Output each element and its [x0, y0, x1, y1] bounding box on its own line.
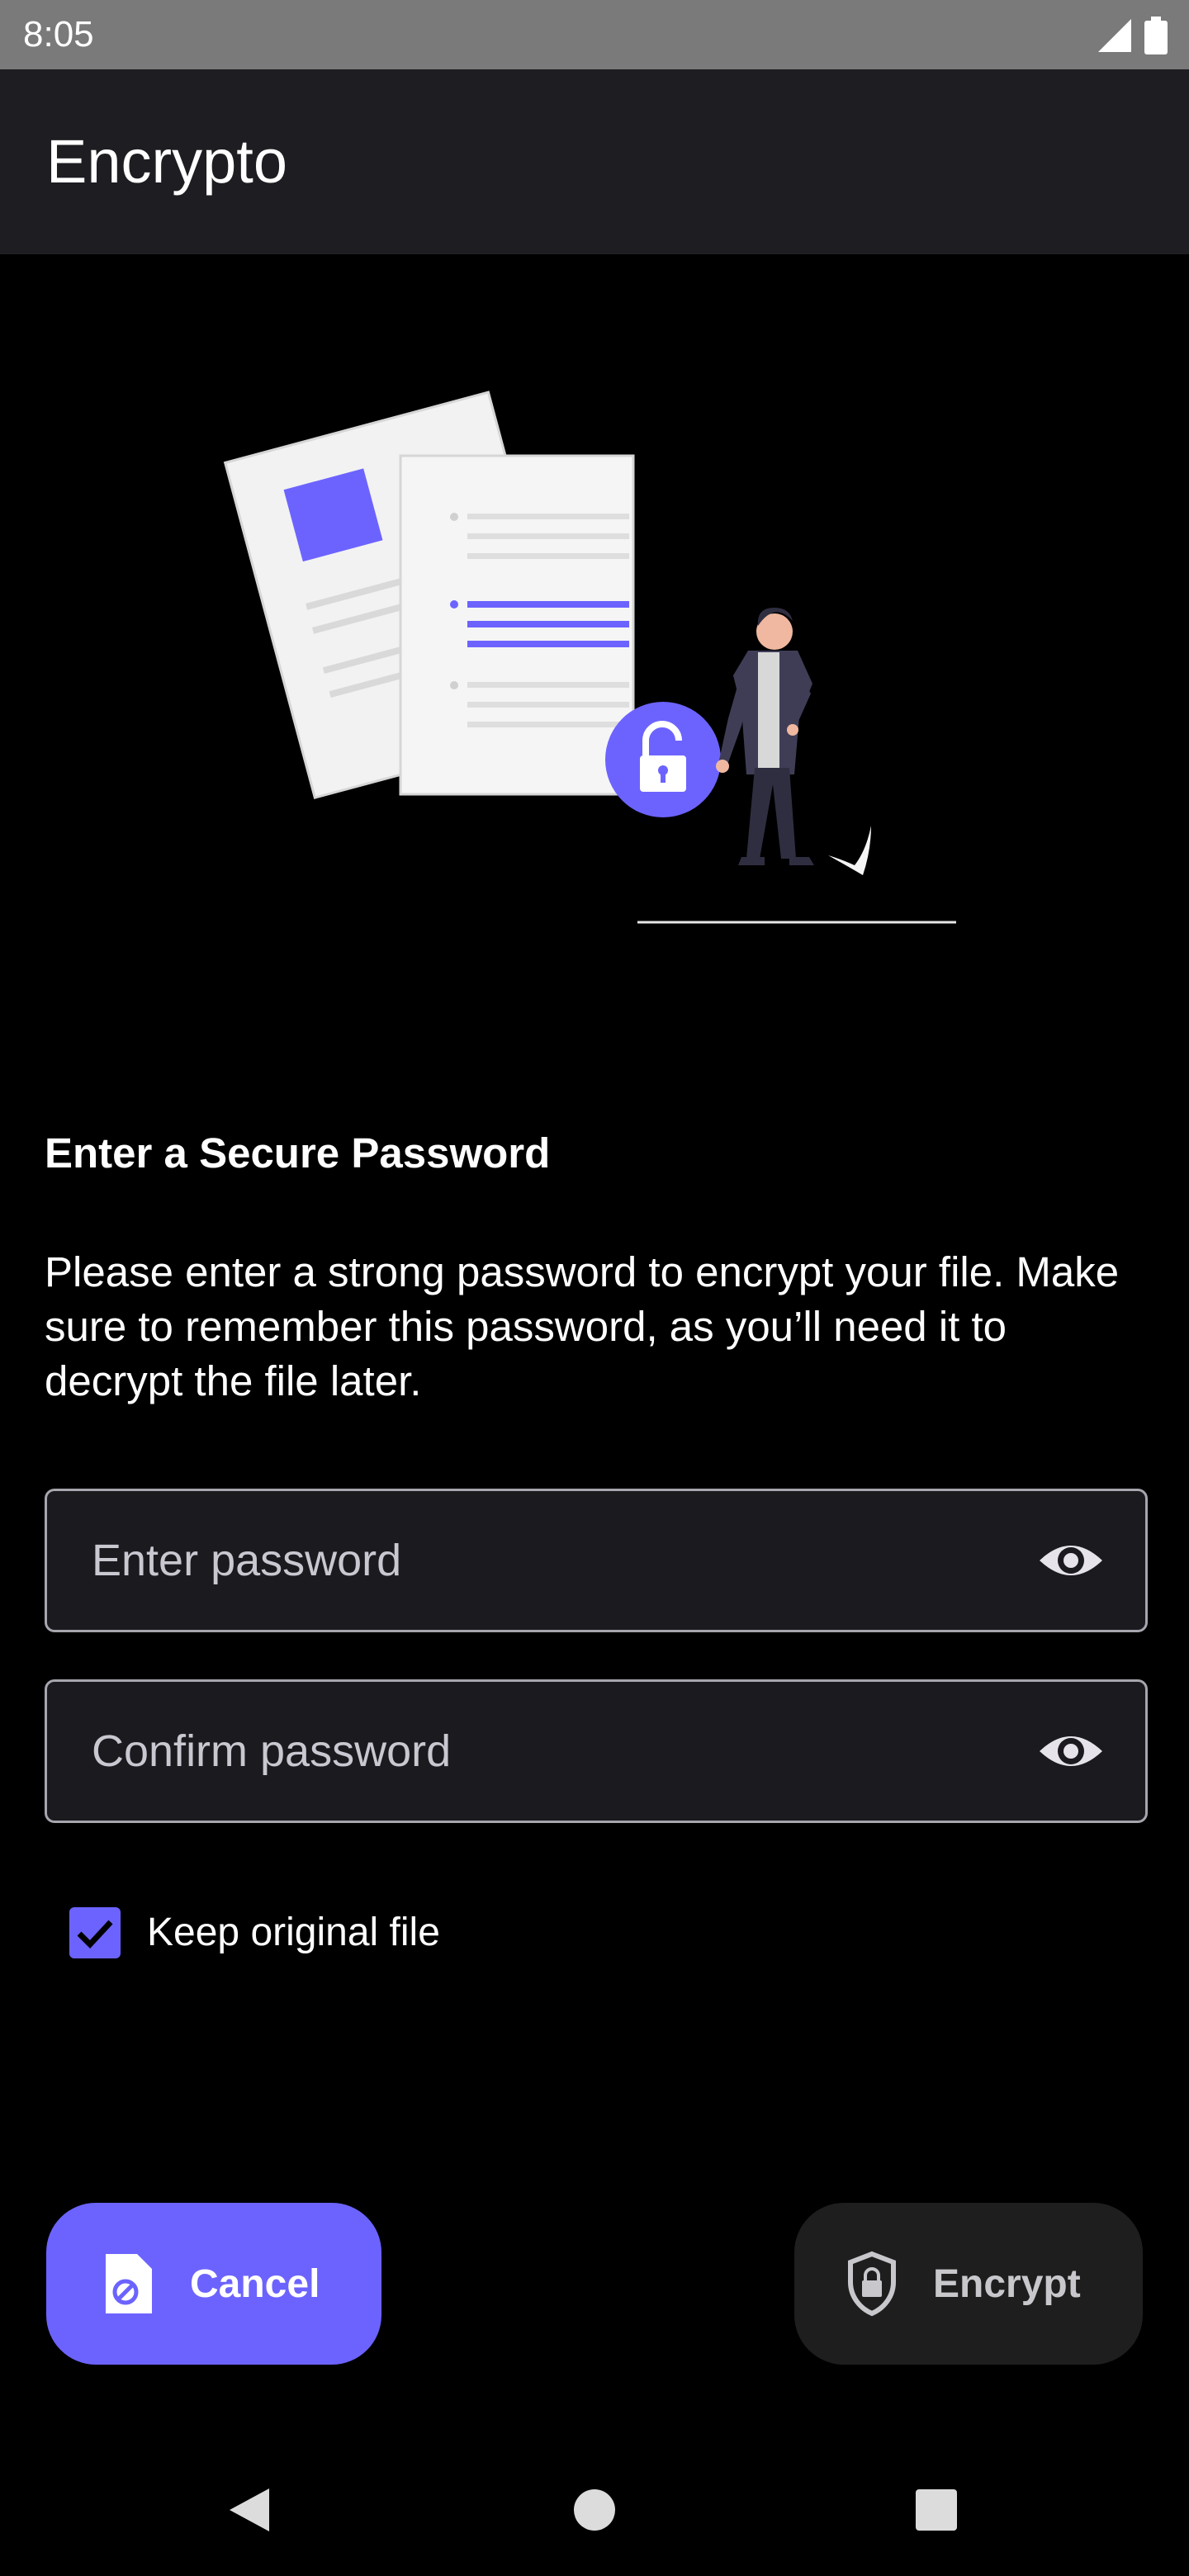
shield-lock-icon: [848, 2251, 896, 2317]
home-icon[interactable]: [571, 2487, 618, 2533]
file-lock-person-illustration: [223, 391, 956, 924]
status-icons: [1097, 17, 1168, 54]
recents-icon[interactable]: [914, 2488, 959, 2532]
signal-icon: [1098, 19, 1131, 52]
eye-icon[interactable]: [1038, 1726, 1104, 1776]
confirm-password-field[interactable]: [45, 1679, 1148, 1823]
front-document: [399, 454, 635, 796]
battery-icon: [1144, 17, 1168, 54]
back-icon[interactable]: [226, 2485, 272, 2535]
page-description: Please enter a strong password to encryp…: [45, 1248, 1120, 1404]
cancel-button[interactable]: Cancel: [46, 2203, 381, 2365]
leaf-shape: [828, 826, 871, 875]
status-bar: 8:05: [0, 0, 1189, 69]
keep-original-checkbox[interactable]: [69, 1907, 121, 1958]
keep-original-row[interactable]: Keep original file: [69, 1906, 440, 1960]
person-figure: [716, 608, 814, 865]
page-heading: Enter a Secure Password: [45, 1129, 551, 1177]
navigation-bar: [0, 2444, 1189, 2576]
app-bar: Encrypto: [0, 69, 1189, 254]
file-cancel-icon: [106, 2254, 152, 2313]
checkmark-icon: [77, 1920, 113, 1949]
encrypt-button[interactable]: Encrypt: [794, 2203, 1143, 2365]
unlock-icon: [605, 702, 721, 817]
password-field[interactable]: [45, 1489, 1148, 1632]
app-title: Encrypto: [46, 127, 288, 196]
cancel-label: Cancel: [190, 2261, 320, 2306]
encrypt-label: Encrypt: [933, 2261, 1081, 2306]
confirm-password-input[interactable]: [92, 1682, 1016, 1821]
status-time: 8:05: [23, 14, 94, 54]
keep-original-label: Keep original file: [147, 1911, 440, 1954]
eye-icon[interactable]: [1038, 1536, 1104, 1585]
password-input[interactable]: [92, 1491, 1016, 1630]
